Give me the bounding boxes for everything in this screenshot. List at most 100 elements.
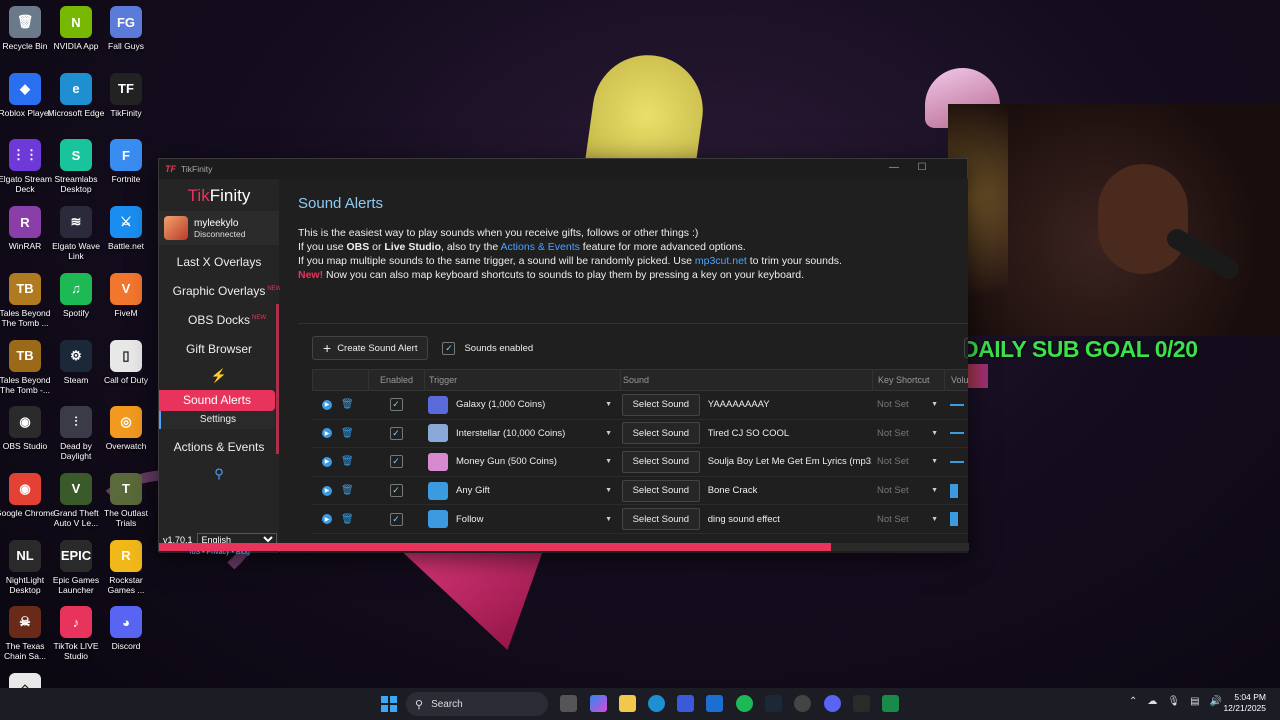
lightning-icon[interactable]: ⚡ [159,364,279,388]
nav-sound-settings[interactable]: Settings [159,411,275,429]
trigger-select[interactable]: Any Gift ▼ [424,481,620,500]
select-sound-button[interactable]: Select Sound [622,479,700,502]
spotify-icon: ♫ [60,272,92,305]
volume-knob[interactable] [950,512,958,527]
sheets-taskbar-icon[interactable] [882,695,899,712]
volume-slider[interactable] [944,483,968,498]
trigger-select[interactable]: Money Gun (500 Coins) ▼ [424,452,620,471]
volume-slider[interactable] [944,403,968,406]
nav-last-x-overlays[interactable]: Last X Overlays [159,248,279,277]
nav-sound-alerts[interactable]: Sound Alerts [159,390,275,411]
nav-obs-docks[interactable]: OBS Docks NEW [159,306,279,335]
tikfinity-taskbar-icon[interactable] [853,695,870,712]
obs-taskbar-icon[interactable] [794,695,811,712]
play-icon[interactable]: ▶ [322,456,332,467]
desktop-shortcut[interactable]: ▯ Call of Duty [95,339,157,385]
discord-taskbar-icon[interactable] [824,695,841,712]
nav-graphic-overlays[interactable]: Graphic Overlays NEW [159,277,282,306]
play-icon[interactable]: ▶ [322,399,332,410]
key-shortcut-select[interactable]: Not Set ▼ [872,428,944,439]
create-sound-alert-button[interactable]: + Create Sound Alert [312,336,429,360]
store-icon[interactable] [677,695,694,712]
desktop-shortcut[interactable]: T The Outlast Trials [95,472,157,528]
maximize-button[interactable]: ☐ [915,162,929,173]
horizontal-scrollbar[interactable] [159,543,969,551]
sidebar-scrollbar[interactable] [276,304,279,454]
trigger-select[interactable]: Interstellar (10,000 Coins) ▼ [424,424,620,443]
enabled-checkbox[interactable]: ✓ [389,455,403,469]
enabled-checkbox[interactable]: ✓ [389,484,403,498]
volume-knob[interactable] [950,483,958,498]
volume-slider[interactable] [944,512,968,527]
desktop-shortcut[interactable]: ◕ Discord [95,606,157,651]
scrollbar-thumb[interactable] [159,543,831,551]
header-trigger[interactable]: Trigger [425,369,621,391]
checkbox[interactable]: ✓ [442,341,456,355]
key-shortcut-select[interactable]: Not Set ▼ [872,399,944,410]
outlook-icon[interactable] [706,695,723,712]
mic-icon[interactable]: 🎙 [1167,696,1180,707]
nav-gift-browser[interactable]: Gift Browser [159,335,279,364]
play-icon[interactable]: ▶ [322,514,332,525]
taskbar-search[interactable]: ⚲ Search [406,692,548,716]
trash-icon[interactable]: 🗑 [341,399,354,410]
minimize-button[interactable]: — [887,162,901,173]
chevron-up-icon[interactable]: ⌃ [1129,696,1137,707]
trigger-select[interactable]: Galaxy (1,000 Coins) ▼ [424,395,620,414]
actions-events-link[interactable]: Actions & Events [501,241,580,253]
desktop-shortcut[interactable]: ◎ Overwatch [95,406,157,451]
trash-icon[interactable]: 🗑 [341,514,354,525]
enabled-checkbox[interactable]: ✓ [389,398,403,412]
volume-track[interactable] [950,432,964,435]
user-card[interactable]: myleekylo Disconnected [159,211,279,245]
play-icon[interactable]: ▶ [322,485,332,496]
select-sound-button[interactable]: Select Sound [622,450,700,473]
desktop-shortcut[interactable]: V FiveM [95,272,157,318]
start-button[interactable] [381,696,397,712]
header-sound[interactable]: Sound [621,369,873,391]
trash-icon[interactable]: 🗑 [341,456,354,467]
desktop-shortcut[interactable]: TF TikFinity [95,72,157,118]
desktop-shortcut[interactable]: FG Fall Guys [95,6,157,51]
desktop-shortcut[interactable]: ⚔ Battle.net [95,206,157,251]
header-enabled[interactable]: Enabled [369,369,425,391]
select-sound-button[interactable]: Select Sound [622,508,700,531]
edge-taskbar-icon[interactable] [648,695,665,712]
select-sound-button[interactable]: Select Sound [622,393,700,416]
trash-icon[interactable]: 🗑 [341,485,354,496]
volume-icon[interactable]: 🔊 [1210,696,1222,707]
trigger-select[interactable]: Follow ▼ [424,510,620,529]
select-sound-button[interactable]: Select Sound [622,422,700,445]
cloud-icon[interactable]: ☁ [1147,696,1157,707]
steam-taskbar-icon[interactable] [765,695,782,712]
file-explorer-icon[interactable] [619,695,636,712]
sounds-enabled-toggle[interactable]: ✓ Sounds enabled [442,341,533,355]
key-shortcut-value: Not Set [877,456,909,468]
desktop-shortcut[interactable]: F Fortnite [95,139,157,184]
volume-track[interactable] [950,403,964,406]
chat-search-icon[interactable]: ⚲ [159,462,279,486]
nav-actions-events[interactable]: Actions & Events [159,433,279,462]
spotify-taskbar-icon[interactable] [736,695,753,712]
header-actions [313,369,369,391]
header-volume[interactable]: Volu [945,369,968,391]
key-shortcut-select[interactable]: Not Set ▼ [872,514,944,525]
enabled-checkbox[interactable]: ✓ [389,512,403,526]
copilot-icon[interactable] [590,695,607,712]
clock[interactable]: 5:04 PM 12/21/2025 [1223,692,1266,714]
key-shortcut-select[interactable]: Not Set ▼ [872,456,944,467]
volume-slider[interactable] [944,460,968,463]
volume-track[interactable] [950,460,964,463]
desktop-shortcut[interactable]: R Rockstar Games ... [95,539,157,595]
volume-slider[interactable] [944,432,968,435]
mp3cut-link[interactable]: mp3cut.net [695,255,747,267]
task-view-icon[interactable] [560,695,577,712]
network-icon[interactable]: ▤ [1190,696,1199,707]
trash-icon[interactable]: 🗑 [341,428,354,439]
system-tray[interactable]: ⌃ ☁ 🎙 ▤ 🔊 [1129,696,1222,707]
enabled-checkbox[interactable]: ✓ [389,426,403,440]
panel-side-button[interactable] [964,338,968,358]
play-icon[interactable]: ▶ [322,428,332,439]
header-key-shortcut[interactable]: Key Shortcut [873,369,945,391]
key-shortcut-select[interactable]: Not Set ▼ [872,485,944,496]
